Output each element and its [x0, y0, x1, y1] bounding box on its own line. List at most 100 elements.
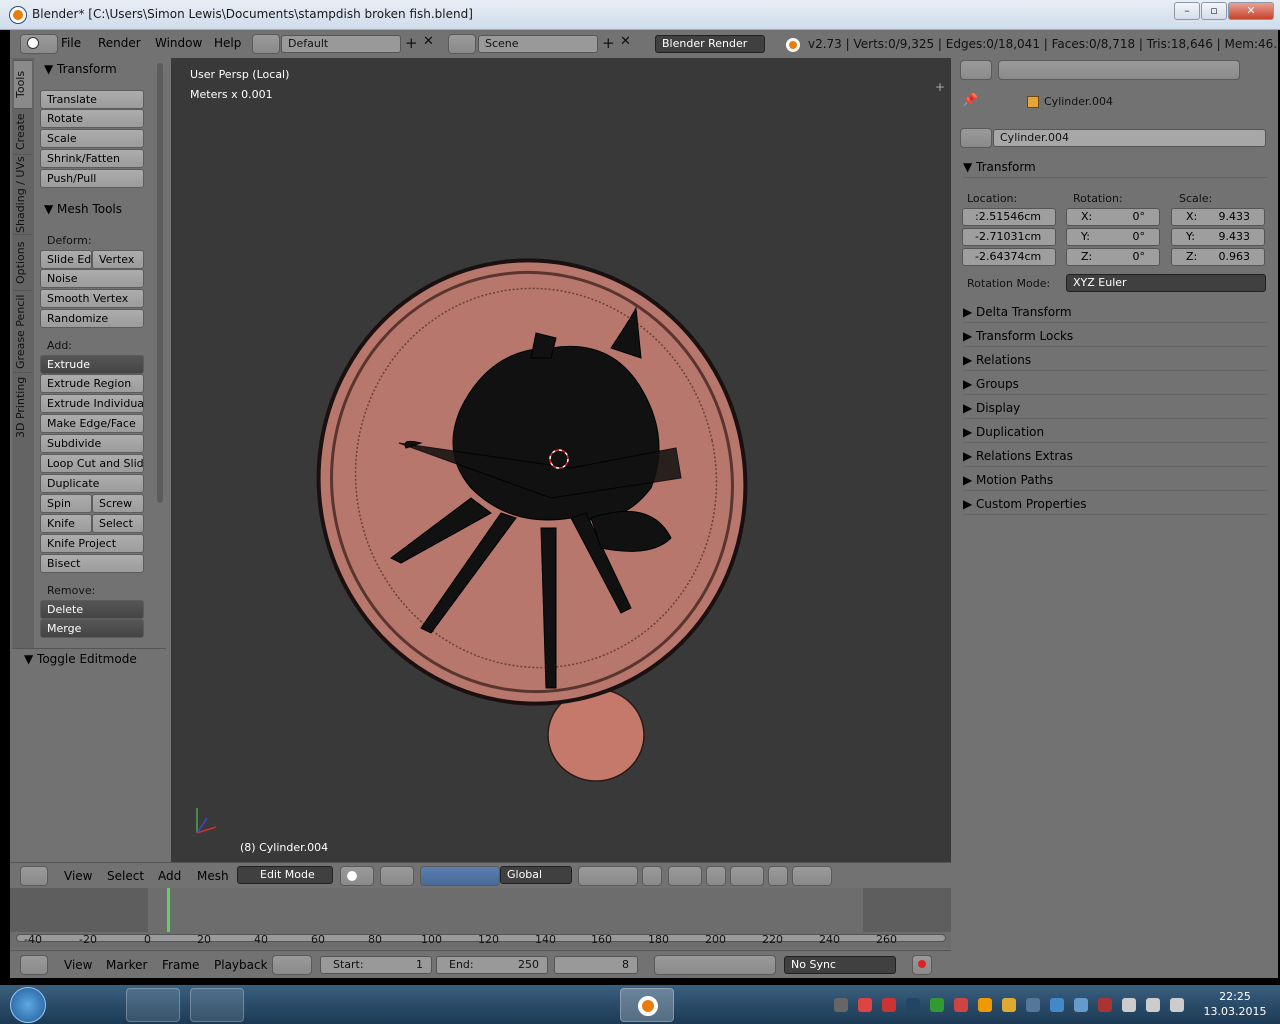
tray-icon[interactable] — [882, 998, 896, 1012]
tab-shading-uvs[interactable]: Shading / UVs — [14, 154, 32, 234]
menu-marker[interactable]: Marker — [106, 958, 147, 972]
add-scene-icon[interactable]: + — [602, 34, 615, 52]
transform-panel-header[interactable]: ▼ Transform — [44, 62, 117, 76]
custom-properties-panel[interactable]: ▶ Custom Properties — [963, 493, 1268, 515]
tool-shelf-scrollbar[interactable] — [157, 63, 163, 503]
tab-options[interactable]: Options — [14, 234, 32, 290]
properties-context-tabs[interactable] — [998, 60, 1240, 80]
screw-button[interactable]: Screw — [92, 494, 144, 513]
shrink-fatten-button[interactable]: Shrink/Fatten — [40, 149, 144, 168]
rotation-z-field[interactable]: Z: 0° — [1066, 248, 1160, 266]
tray-icon[interactable] — [858, 998, 872, 1012]
delete-dropdown[interactable]: Delete — [40, 600, 144, 619]
scale-x-field[interactable]: X: 9.433 — [1171, 208, 1265, 226]
taskbar-clock[interactable]: 22:25 13.03.2015 — [1200, 989, 1270, 1019]
rotation-x-field[interactable]: X: 0° — [1066, 208, 1160, 226]
extrude-individual-button[interactable]: Extrude Individual — [40, 394, 144, 413]
tray-icon[interactable] — [906, 998, 920, 1012]
select-mode-buttons[interactable] — [578, 866, 638, 886]
menu-file[interactable]: File — [61, 36, 81, 50]
mode-select[interactable]: Edit Mode — [237, 866, 333, 884]
tray-icon[interactable] — [954, 998, 968, 1012]
taskbar-obs-icon[interactable] — [374, 988, 428, 1022]
groups-panel[interactable]: ▶ Groups — [963, 373, 1268, 395]
loop-cut-button[interactable]: Loop Cut and Slide — [40, 454, 144, 473]
knife-button[interactable]: Knife — [40, 514, 92, 533]
orientation-select[interactable]: Global — [500, 866, 572, 884]
preview-range-toggle[interactable] — [272, 955, 312, 975]
tray-icon[interactable] — [1050, 998, 1064, 1012]
record-button[interactable] — [912, 955, 932, 975]
menu-add[interactable]: Add — [158, 869, 181, 883]
scale-z-field[interactable]: Z: 0.963 — [1171, 248, 1265, 266]
taskbar-control-panel-icon[interactable] — [250, 988, 304, 1022]
snap-element-select[interactable] — [730, 866, 764, 886]
menu-timeline-view[interactable]: View — [64, 958, 92, 972]
playback-controls[interactable] — [654, 955, 776, 975]
render-engine-select[interactable]: Blender Render — [655, 35, 765, 53]
add-layout-icon[interactable]: + — [405, 34, 418, 52]
scale-button[interactable]: Scale — [40, 129, 144, 148]
maximize-button[interactable]: ▫ — [1201, 2, 1227, 20]
tray-icon[interactable] — [1074, 998, 1088, 1012]
tray-icon[interactable] — [930, 998, 944, 1012]
scene-field[interactable]: Scene — [478, 35, 598, 53]
tray-icon[interactable] — [834, 998, 848, 1012]
location-y-field[interactable]: -2.71031cm — [962, 228, 1056, 246]
scale-y-field[interactable]: Y: 9.433 — [1171, 228, 1265, 246]
transform-locks-panel[interactable]: ▶ Transform Locks — [963, 325, 1268, 347]
menu-mesh[interactable]: Mesh — [197, 869, 229, 883]
make-edge-face-button[interactable]: Make Edge/Face — [40, 414, 144, 433]
relations-panel[interactable]: ▶ Relations — [963, 349, 1268, 371]
taskbar-steam-icon[interactable] — [70, 988, 124, 1022]
slide-edge-button[interactable]: Slide Ed — [40, 250, 92, 269]
push-pull-button[interactable]: Push/Pull — [40, 169, 144, 188]
network-icon[interactable] — [1146, 998, 1160, 1012]
knife-select-button[interactable]: Select — [92, 514, 144, 533]
spin-button[interactable]: Spin — [40, 494, 92, 513]
proportional-edit-select[interactable] — [668, 866, 702, 886]
randomize-button[interactable]: Randomize — [40, 309, 144, 328]
start-button[interactable] — [10, 987, 46, 1023]
rotate-button[interactable]: Rotate — [40, 109, 144, 128]
duplicate-button[interactable]: Duplicate — [40, 474, 144, 493]
sync-select[interactable]: No Sync — [784, 956, 896, 974]
editor-type-info-button[interactable] — [20, 34, 58, 54]
tab-grease-pencil[interactable]: Grease Pencil — [14, 290, 32, 372]
object-name-field[interactable]: Cylinder.004 — [993, 129, 1266, 147]
volume-icon[interactable] — [1122, 998, 1136, 1012]
layout-icon-button[interactable] — [252, 34, 280, 54]
menu-render[interactable]: Render — [98, 36, 141, 50]
subdivide-button[interactable]: Subdivide — [40, 434, 144, 453]
extrude-dropdown[interactable]: Extrude — [40, 355, 144, 374]
end-frame-field[interactable]: End: 250 — [436, 956, 548, 974]
location-z-field[interactable]: -2.64374cm — [962, 248, 1056, 266]
taskbar-chrome-icon[interactable] — [436, 988, 490, 1022]
tab-3d-printing[interactable]: 3D Printing — [14, 372, 32, 442]
remove-layout-icon[interactable]: ✕ — [423, 34, 434, 49]
editor-type-properties-button[interactable] — [960, 60, 992, 80]
menu-help[interactable]: Help — [214, 36, 241, 50]
object-data-type-button[interactable] — [960, 128, 992, 148]
rotation-y-field[interactable]: Y: 0° — [1066, 228, 1160, 246]
taskbar-blender-icon[interactable] — [620, 988, 674, 1022]
translate-button[interactable]: Translate — [40, 90, 144, 109]
taskbar-creative-cloud-icon[interactable] — [498, 988, 552, 1022]
shading-select[interactable] — [340, 866, 374, 886]
menu-playback[interactable]: Playback — [214, 958, 268, 972]
bisect-button[interactable]: Bisect — [40, 554, 144, 573]
relations-extras-panel[interactable]: ▶ Relations Extras — [963, 445, 1268, 467]
motion-paths-panel[interactable]: ▶ Motion Paths — [963, 469, 1268, 491]
taskbar-explorer-icon[interactable] — [190, 988, 244, 1022]
menu-view[interactable]: View — [64, 869, 92, 883]
menu-window[interactable]: Window — [155, 36, 202, 50]
tray-icon[interactable] — [1026, 998, 1040, 1012]
duplication-panel[interactable]: ▶ Duplication — [963, 421, 1268, 443]
limit-selection-button[interactable] — [642, 866, 662, 886]
taskbar-app-icon[interactable] — [126, 988, 180, 1022]
location-x-field[interactable]: :2.51546cm — [962, 208, 1056, 226]
tab-create[interactable]: Create — [14, 108, 32, 154]
pivot-select[interactable] — [380, 866, 414, 886]
transform-panel-header-props[interactable]: ▼ Transform — [963, 156, 1268, 178]
tray-icon[interactable] — [1170, 998, 1184, 1012]
